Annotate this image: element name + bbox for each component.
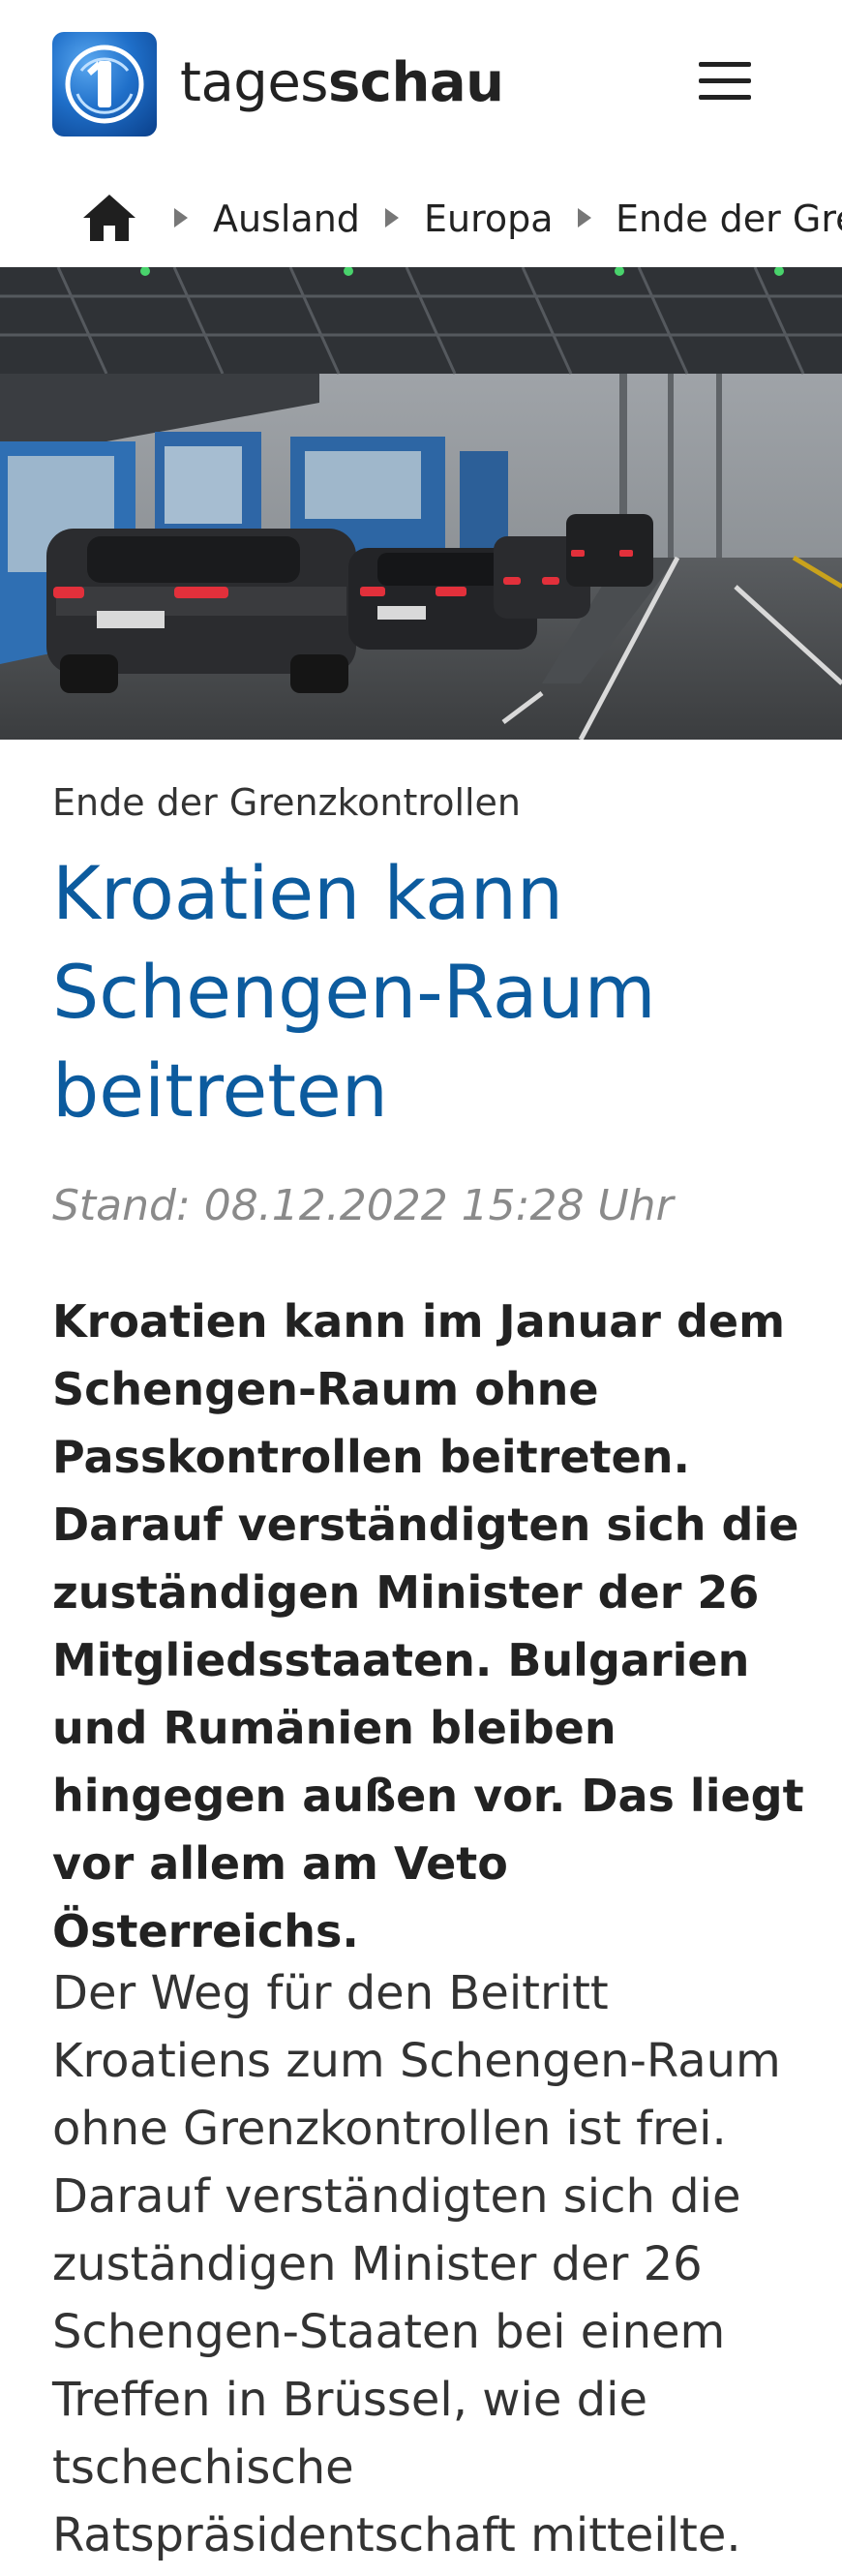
breadcrumb-separator-icon <box>578 208 591 227</box>
article-headline: Kroatien kann Schengen-Raum beitreten <box>52 850 656 1134</box>
breadcrumb-separator-icon <box>385 208 399 227</box>
article-paragraph: Der Weg für den Beitritt Kroatiens zum S… <box>52 1966 781 2562</box>
breadcrumb: Ausland Europa Ende der Gre <box>0 179 842 257</box>
tagesschau-logo-icon[interactable] <box>52 32 157 136</box>
breadcrumb-separator-icon <box>174 208 188 227</box>
breadcrumb-item-europa[interactable]: Europa <box>424 197 554 241</box>
brand-bold: schau <box>327 51 504 114</box>
brand-light: tages <box>180 51 328 114</box>
hamburger-menu-icon[interactable] <box>695 58 755 106</box>
article-teaser: Kroatien kann im Januar dem Schengen-Rau… <box>52 1295 804 1957</box>
breadcrumb-item-ausland[interactable]: Ausland <box>213 197 360 241</box>
home-icon[interactable] <box>81 193 137 243</box>
brand-wordmark[interactable]: tagesschau <box>180 48 504 118</box>
article-kicker: Ende der Grenzkontrollen <box>52 781 522 824</box>
site-header: tagesschau <box>0 0 842 169</box>
article-timestamp: Stand: 08.12.2022 15:28 Uhr <box>52 1181 674 1230</box>
hero-image <box>0 267 842 740</box>
breadcrumb-item-current[interactable]: Ende der Gre <box>616 197 842 241</box>
